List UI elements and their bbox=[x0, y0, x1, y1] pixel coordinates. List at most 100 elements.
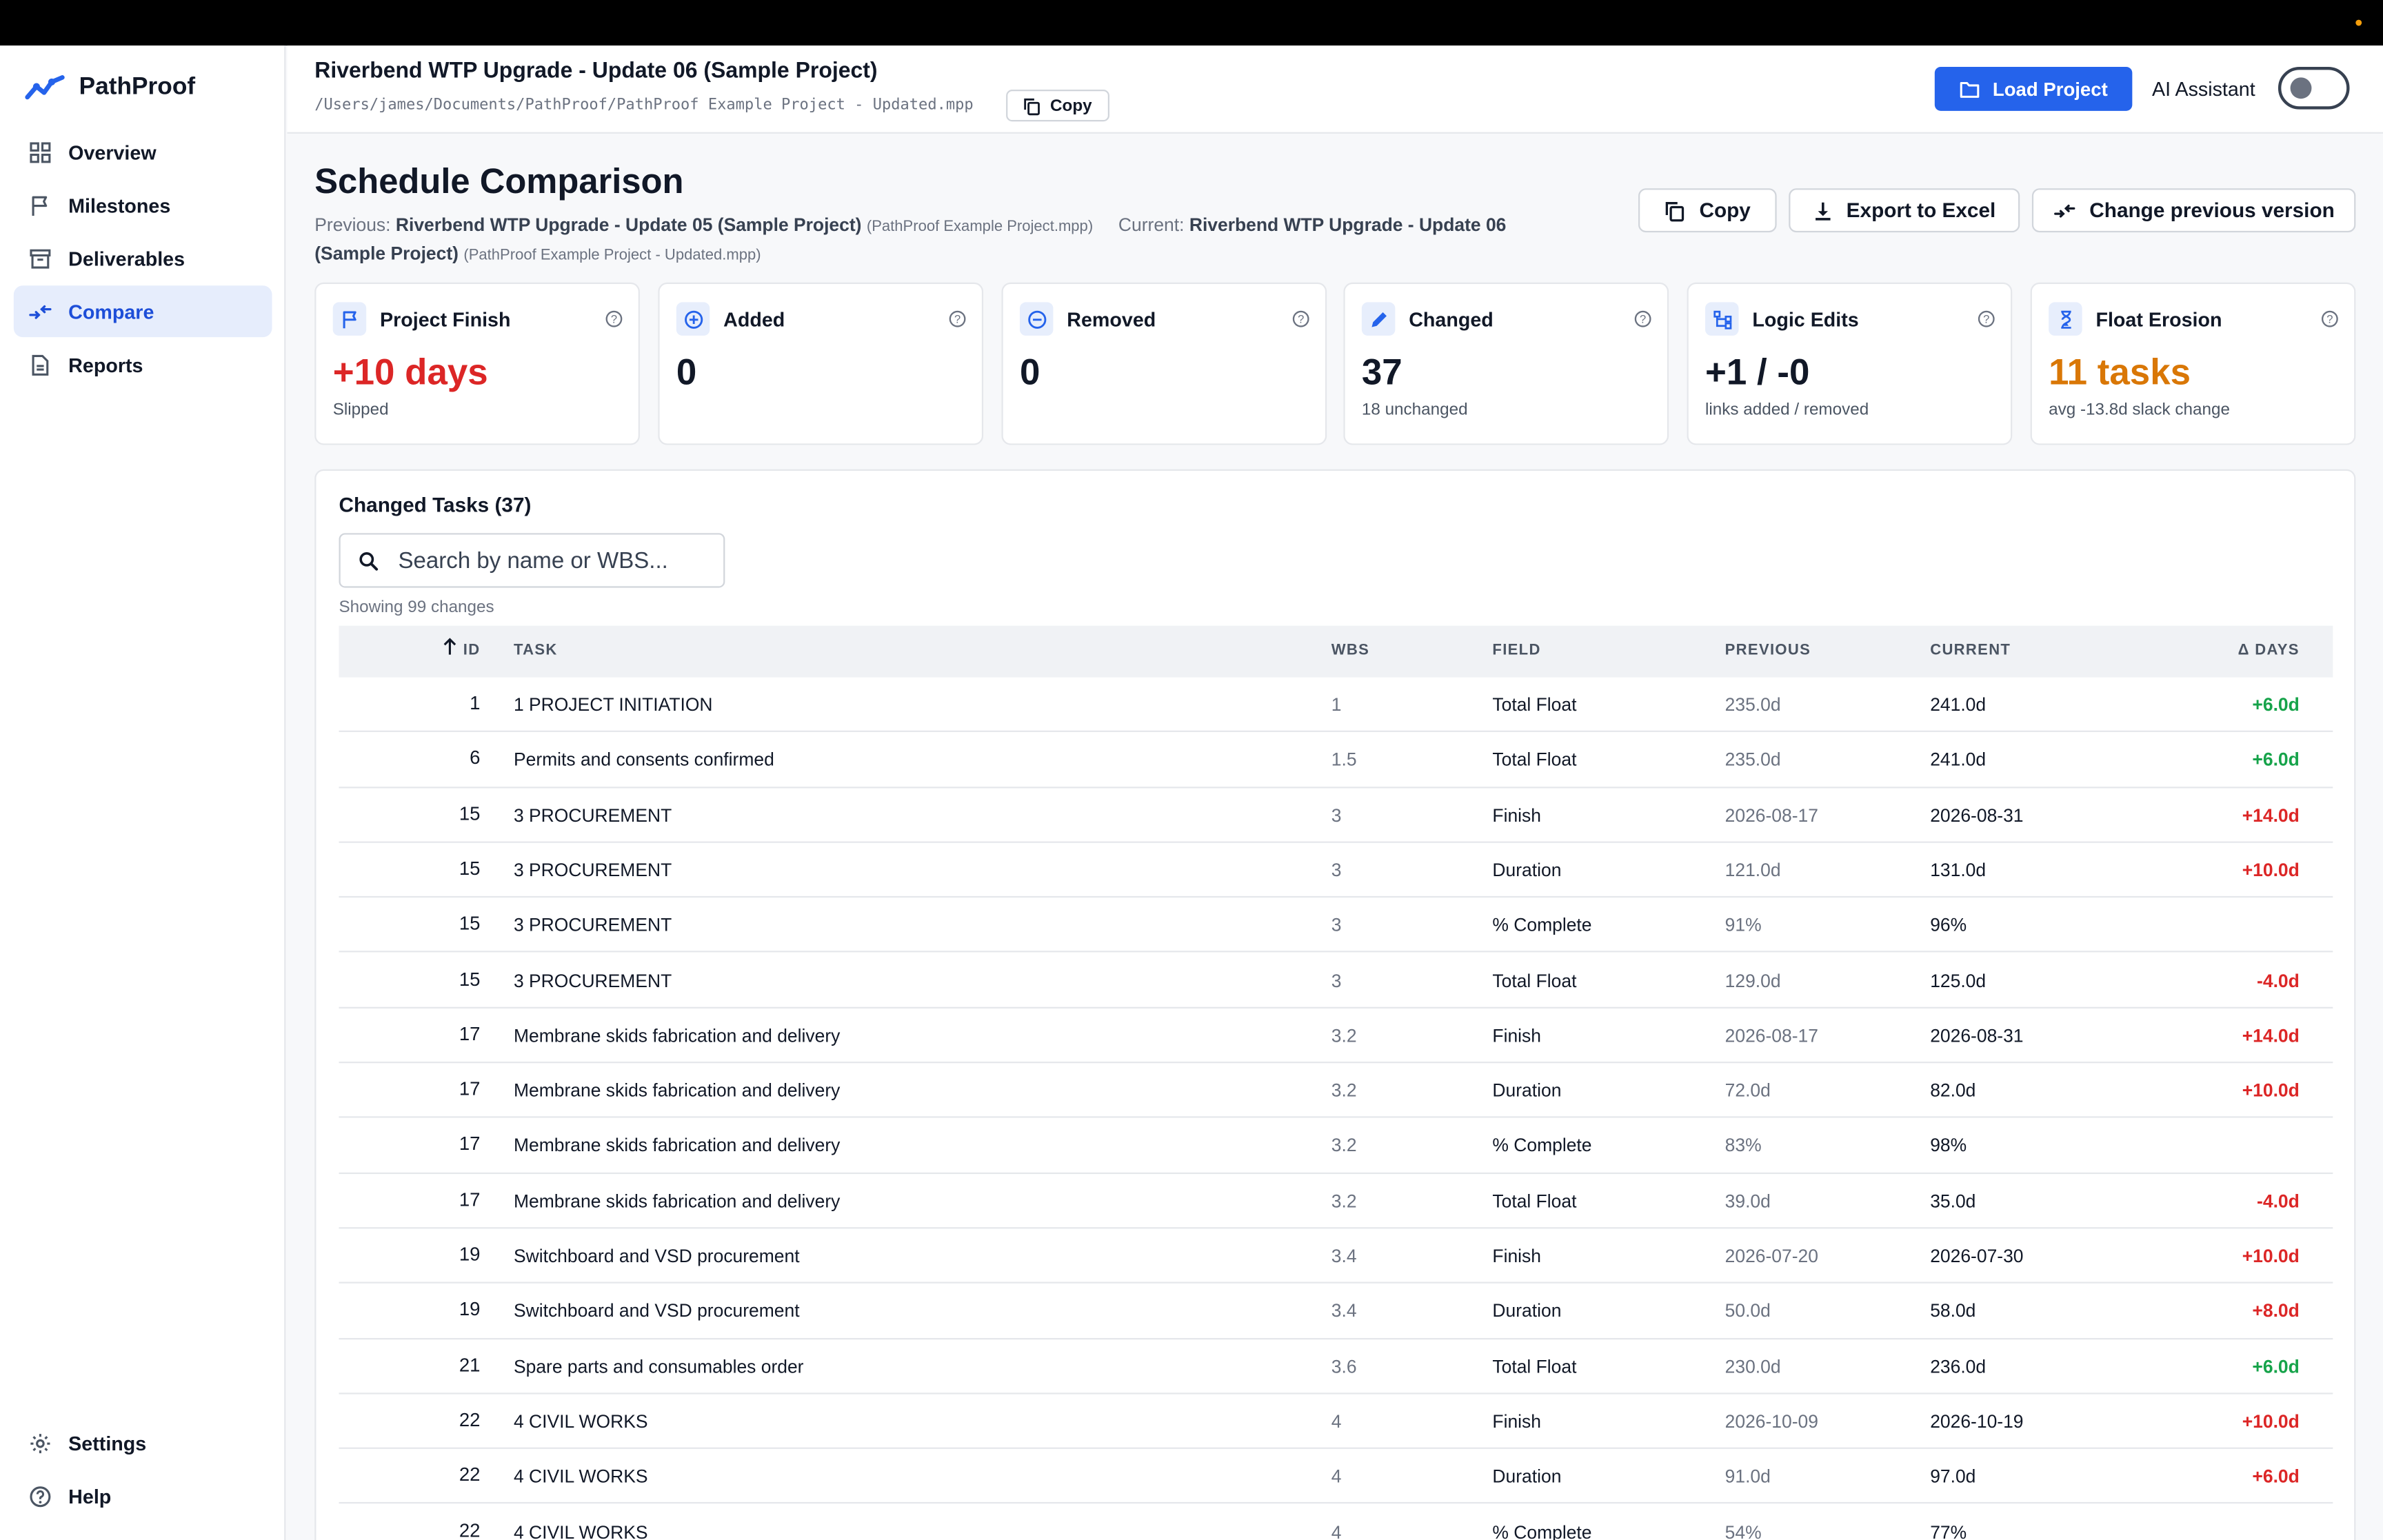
column-header-delta-days[interactable]: Δ DAYS bbox=[2238, 626, 2300, 678]
cell-field: Total Float bbox=[1492, 1190, 1577, 1212]
copy-path-button[interactable]: Copy bbox=[1006, 89, 1109, 122]
gear-icon bbox=[30, 1432, 50, 1453]
sidebar-item-help[interactable]: Help bbox=[14, 1470, 272, 1522]
column-header-id[interactable]: ID bbox=[339, 626, 481, 678]
cell-delta-days: +6.0d bbox=[2252, 693, 2300, 716]
svg-text:?: ? bbox=[1983, 312, 1989, 325]
added-card: Added ? 0 bbox=[658, 282, 984, 445]
cell-task: 3 PROCUREMENT bbox=[513, 804, 672, 826]
help-circle-icon[interactable]: ? bbox=[1291, 310, 1309, 327]
cell-current: 125.0d bbox=[1930, 969, 1987, 991]
card-header: Project Finish bbox=[332, 302, 511, 336]
table-row[interactable]: 17 Membrane skids fabrication and deliver… bbox=[339, 1118, 2333, 1174]
changed-card: Changed ? 37 18 unchanged bbox=[1343, 282, 1669, 445]
network-icon bbox=[1705, 302, 1739, 336]
table-row[interactable]: 22 4 CIVIL WORKS 4 % Complete 54% 77% bbox=[339, 1504, 2333, 1540]
change-previous-version-button[interactable]: Change previous version bbox=[2031, 188, 2356, 233]
flag-icon bbox=[32, 195, 48, 215]
compare-icon bbox=[2053, 203, 2075, 217]
load-project-button[interactable]: Load Project bbox=[1934, 66, 2133, 111]
cell-previous: 2026-07-20 bbox=[1725, 1245, 1818, 1267]
column-header-wbs[interactable]: WBS bbox=[1331, 626, 1369, 678]
project-finish-card: Project Finish ? +10 days Slipped bbox=[314, 282, 640, 445]
copy-icon bbox=[1024, 97, 1040, 115]
cell-id: 15 bbox=[459, 858, 481, 880]
change-previous-version-label: Change previous version bbox=[2089, 199, 2335, 222]
cell-task: Membrane skids fabrication and delivery bbox=[513, 1080, 841, 1102]
sidebar-item-settings[interactable]: Settings bbox=[14, 1417, 272, 1469]
column-header-current[interactable]: CURRENT bbox=[1930, 626, 2011, 678]
sidebar-item-overview[interactable]: Overview bbox=[14, 126, 272, 178]
column-header-task[interactable]: TASK bbox=[514, 626, 558, 678]
cell-field: % Complete bbox=[1492, 1135, 1592, 1157]
search-input[interactable] bbox=[398, 547, 703, 574]
table-row[interactable]: 19 Switchboard and VSD procurement 3.4 Fini… bbox=[339, 1228, 2333, 1284]
table-row[interactable]: 17 Membrane skids fabrication and deliver… bbox=[339, 1173, 2333, 1229]
cell-delta-days: +10.0d bbox=[2242, 859, 2300, 881]
card-title: Logic Edits bbox=[1752, 307, 1859, 331]
help-circle-icon[interactable]: ? bbox=[1633, 310, 1651, 327]
cell-previous: 2026-08-17 bbox=[1725, 804, 1818, 826]
cell-field: Total Float bbox=[1492, 749, 1577, 771]
table-row[interactable]: 1 1 PROJECT INITIATION 1 Total Float 235.0d 2… bbox=[339, 678, 2333, 733]
sidebar-item-reports[interactable]: Reports bbox=[14, 338, 272, 390]
svg-text:?: ? bbox=[954, 312, 961, 325]
sidebar-item-milestones[interactable]: Milestones bbox=[14, 179, 272, 231]
table-row[interactable]: 15 3 PROCUREMENT 3 % Complete 91% 96% bbox=[339, 898, 2333, 953]
cell-id: 1 bbox=[470, 692, 481, 714]
folder-icon bbox=[1960, 81, 1980, 97]
help-circle-icon[interactable]: ? bbox=[1978, 310, 1995, 327]
pathproof-logo-icon bbox=[25, 75, 65, 100]
card-value: +1 / -0 bbox=[1705, 352, 1810, 394]
table-row[interactable]: 15 3 PROCUREMENT 3 Duration 121.0d 131.0d +10.… bbox=[339, 843, 2333, 898]
cell-id: 19 bbox=[459, 1244, 481, 1266]
table-row[interactable]: 19 Switchboard and VSD procurement 3.4 Dura… bbox=[339, 1284, 2333, 1339]
cell-id: 21 bbox=[459, 1354, 481, 1376]
pencil-icon bbox=[1361, 302, 1396, 336]
cell-previous: 235.0d bbox=[1725, 693, 1781, 716]
cell-wbs: 1.5 bbox=[1331, 749, 1357, 771]
table-row[interactable]: 21 Spare parts and consumables order 3.6 To… bbox=[339, 1339, 2333, 1395]
app-brand[interactable]: PathProof bbox=[24, 70, 195, 106]
cell-wbs: 1 bbox=[1331, 693, 1342, 716]
help-circle-icon[interactable]: ? bbox=[2321, 310, 2339, 327]
current-label: Current: bbox=[1118, 214, 1185, 236]
table-row[interactable]: 15 3 PROCUREMENT 3 Finish 2026-08-17 2026-08-… bbox=[339, 788, 2333, 843]
cell-wbs: 3.2 bbox=[1331, 1135, 1357, 1157]
cell-wbs: 4 bbox=[1331, 1466, 1342, 1488]
cell-wbs: 3 bbox=[1331, 859, 1342, 881]
cell-task: Permits and consents confirmed bbox=[513, 749, 774, 771]
export-excel-button[interactable]: Export to Excel bbox=[1789, 188, 2020, 233]
cell-task: 3 PROCUREMENT bbox=[513, 914, 672, 936]
changed-tasks-panel: Changed Tasks (37) Showing 99 changes ID… bbox=[314, 469, 2356, 1540]
help-circle-icon[interactable]: ? bbox=[948, 310, 966, 327]
table-row[interactable]: 22 4 CIVIL WORKS 4 Finish 2026-10-09 2026-10-… bbox=[339, 1394, 2333, 1450]
table-row[interactable]: 17 Membrane skids fabrication and deliver… bbox=[339, 1063, 2333, 1119]
comparison-versions: Previous: Riverbend WTP Upgrade - Update… bbox=[314, 212, 1576, 269]
table-row[interactable]: 17 Membrane skids fabrication and deliver… bbox=[339, 1008, 2333, 1064]
card-value: 0 bbox=[676, 352, 697, 394]
table-row[interactable]: 6 Permits and consents confirmed 1.5 Total … bbox=[339, 733, 2333, 788]
table-row[interactable]: 22 4 CIVIL WORKS 4 Duration 91.0d 97.0d +6.0d bbox=[339, 1449, 2333, 1505]
sidebar-item-compare[interactable]: Compare bbox=[13, 285, 272, 338]
cell-id: 17 bbox=[459, 1133, 481, 1155]
help-circle-icon bbox=[30, 1486, 51, 1507]
sidebar-item-deliverables[interactable]: Deliverables bbox=[14, 232, 272, 284]
cell-task: Switchboard and VSD procurement bbox=[513, 1245, 800, 1267]
cell-current: 2026-10-19 bbox=[1930, 1410, 2024, 1432]
cell-current: 82.0d bbox=[1930, 1080, 1976, 1102]
card-value: 37 bbox=[1361, 352, 1402, 394]
cell-delta-days: +6.0d bbox=[2252, 1466, 2300, 1488]
card-title: Project Finish bbox=[380, 307, 511, 331]
cell-id: 22 bbox=[459, 1464, 481, 1486]
table-row[interactable]: 15 3 PROCUREMENT 3 Total Float 129.0d 125.0d -… bbox=[339, 953, 2333, 1009]
card-header: Removed bbox=[1019, 302, 1156, 336]
copy-comparison-button[interactable]: Copy bbox=[1638, 188, 1777, 233]
card-header: Float Erosion bbox=[2049, 302, 2222, 336]
column-header-previous[interactable]: PREVIOUS bbox=[1725, 626, 1811, 678]
cell-id: 15 bbox=[459, 802, 481, 824]
removed-card: Removed ? 0 bbox=[1001, 282, 1327, 445]
ai-assistant-toggle[interactable] bbox=[2278, 66, 2350, 110]
help-circle-icon[interactable]: ? bbox=[605, 310, 623, 327]
column-header-field[interactable]: FIELD bbox=[1492, 626, 1540, 678]
